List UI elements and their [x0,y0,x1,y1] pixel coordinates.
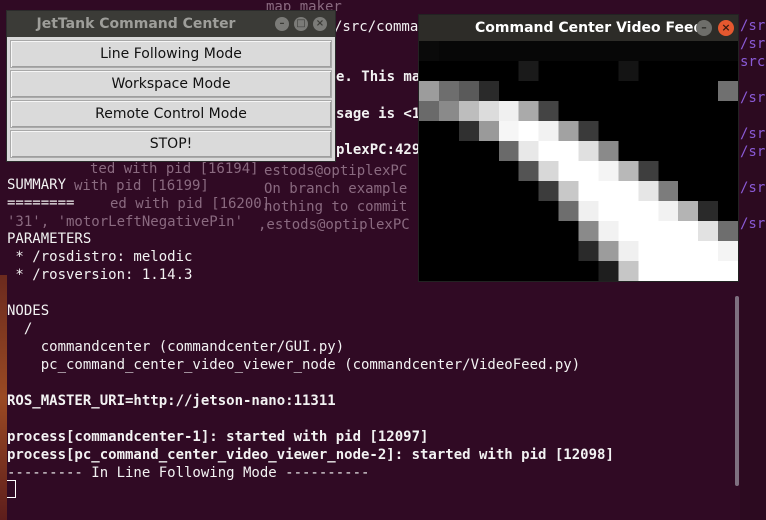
terminal-ghost-text: with pid [16199] [74,178,209,194]
terminal-line: PARAMETERS [7,231,92,247]
background-text: /sro [740,216,766,232]
terminal-peek-text: e. This ma [336,69,421,85]
terminal-scrollbar[interactable] [735,296,739,486]
terminal-line: * /rosdistro: melodic [7,249,193,265]
terminal-line: ======== [7,195,75,211]
terminal-ghost-text: nothing to commit [264,199,408,215]
background-terminal-text: /sro /sro src /sro /sro /sro /sro /sro [740,0,766,520]
terminal-line: SUMMARY [7,177,67,193]
background-text: /sro [740,36,766,52]
background-text: /sro [740,180,766,196]
camera-feed-image [419,41,738,281]
terminal-ghost-text: ed with pid [16200] [110,196,271,212]
background-text: /sro [740,90,766,106]
terminal-line: process[pc_command_center_video_viewer_n… [7,447,614,463]
terminal-ghost-text: '31', 'motorLeftNegativePin' [7,214,244,230]
terminal-ghost-text: estods@optiplexPC [264,163,408,179]
minimize-icon[interactable]: – [275,17,289,31]
stop-button[interactable]: STOP! [10,130,332,158]
video-feed-titlebar[interactable]: Command Center Video Feed – × [419,15,738,41]
terminal-line: / [7,321,33,337]
remote-control-mode-button[interactable]: Remote Control Mode [10,100,332,128]
background-text: /sro [740,126,766,142]
close-icon[interactable]: × [718,20,734,36]
line-following-mode-button[interactable]: Line Following Mode [10,40,332,68]
command-center-window: JetTank Command Center – □ × Line Follow… [6,10,336,162]
window-title: Command Center Video Feed [475,20,704,36]
terminal-line: process[commandcenter-1]: started with p… [7,429,429,445]
video-feed-window: Command Center Video Feed – × [418,14,739,282]
maximize-icon[interactable]: □ [294,17,308,31]
terminal-ghost-text: ,estods@optiplexPC [258,217,410,233]
terminal-ghost-text: ted with pid [16194] [90,161,259,177]
terminal-cursor [6,480,16,498]
terminal-ghost-text: On branch example [264,181,408,197]
command-center-titlebar[interactable]: JetTank Command Center – □ × [7,11,335,37]
terminal-line: --------- In Line Following Mode -------… [7,465,370,481]
terminal-peek-text: sage is <1 [336,106,421,122]
background-text: /sro [740,144,766,160]
terminal-line: NODES [7,303,50,319]
background-text: src [740,54,766,70]
minimize-icon[interactable]: – [696,20,712,36]
desktop-wallpaper-strip [0,275,7,520]
terminal-line: * /rosversion: 1.14.3 [7,267,193,283]
terminal-line: pc_command_center_video_viewer_node (com… [7,357,581,373]
workspace-mode-button[interactable]: Workspace Mode [10,70,332,98]
window-title: JetTank Command Center [36,16,236,32]
terminal-line: commandcenter (commandcenter/GUI.py) [7,339,345,355]
background-text: /sro [740,18,766,34]
close-icon[interactable]: × [313,17,327,31]
terminal-line: ROS_MASTER_URI=http://jetson-nano:11311 [7,393,336,409]
terminal-peek-text: plexPC:429 [336,142,421,158]
